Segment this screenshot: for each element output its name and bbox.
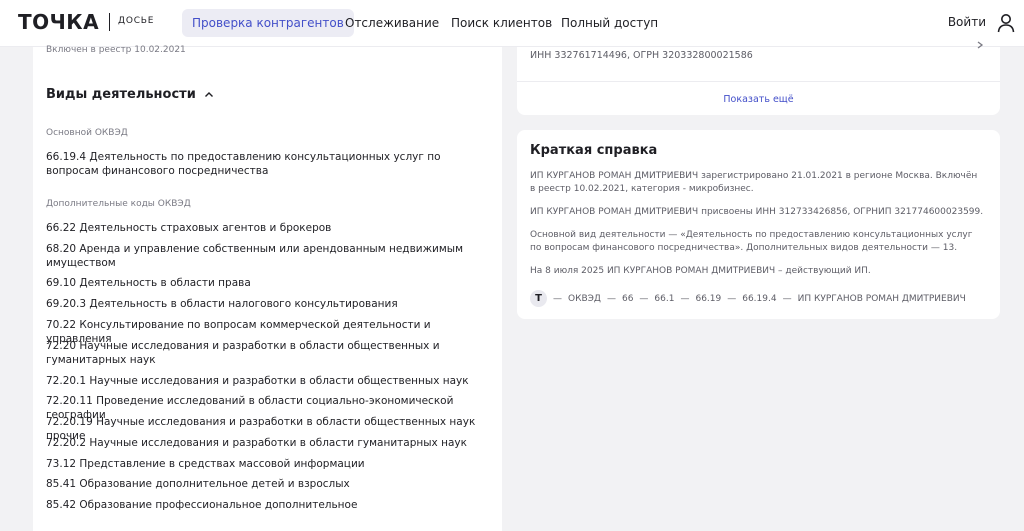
show-more-button[interactable]: Показать ещё [517,94,1000,105]
nav-tracking[interactable]: Отслеживание [335,9,449,37]
okved-list-item: 66.22 Деятельность страховых агентов и б… [46,222,332,234]
nav-client-search[interactable]: Поиск клиентов [441,9,562,37]
logo[interactable]: ТОЧКА [18,10,99,34]
divider [517,81,1000,82]
related-entity-inn[interactable]: ИНН 332761714496, ОГРН 320332800021586 [530,50,753,61]
okved-list-item: 72.20.2 Научные исследования и разработк… [46,437,467,449]
company-badge: Т [530,290,547,307]
breadcrumb-separator: — [606,293,616,304]
breadcrumb-separator: — [782,293,792,304]
okved-list-item: 68.20 Аренда и управление собственным ил… [46,243,463,269]
breadcrumb-separator: — [680,293,690,304]
login-link[interactable]: Войти [948,15,986,29]
breadcrumb-item[interactable]: ОКВЭД [568,294,601,304]
breadcrumb-item[interactable]: 66.19 [695,294,721,304]
brief-info-card: Краткая справка ИП КУРГАНОВ РОМАН ДМИТРИ… [517,130,1000,319]
breadcrumb-separator: — [553,293,562,304]
chevron-right-icon[interactable] [976,41,984,49]
activities-section-toggle[interactable]: Виды деятельности [46,87,214,102]
top-navigation-bar: ТОЧКА ДОСЬЕ Проверка контрагентов Отслеж… [0,0,1024,47]
okved-list-item: 85.41 Образование дополнительное детей и… [46,478,350,490]
related-entities-card: ИНН 332761714496, ОГРН 320332800021586 П… [517,41,1000,115]
brief-paragraph: ИП КУРГАНОВ РОМАН ДМИТРИЕВИЧ зарегистрир… [530,171,978,194]
user-icon[interactable] [997,13,1015,33]
breadcrumb-item[interactable]: 66 [622,294,633,304]
brief-paragraph: На 8 июля 2025 ИП КУРГАНОВ РОМАН ДМИТРИЕ… [530,266,871,276]
brief-paragraph: ИП КУРГАНОВ РОМАН ДМИТРИЕВИЧ присвоены И… [530,207,984,217]
breadcrumb-item[interactable]: 66.19.4 [742,294,776,304]
chevron-up-icon [204,91,213,97]
breadcrumb-separator: — [639,293,649,304]
okved-list-item: 69.10 Деятельность в области права [46,277,251,289]
okved-breadcrumb: Т — ОКВЭД — 66 — 66.1 — 66.19 — 66.19.4 … [530,290,966,307]
breadcrumb-separator: — [727,293,737,304]
registry-note: Включен в реестр 10.02.2021 [46,45,186,55]
logo-divider [109,13,110,31]
okved-list-item: 85.42 Образование профессиональное допол… [46,499,358,511]
brief-paragraph: Основной вид деятельности — «Деятельност… [530,230,973,253]
nav-full-access[interactable]: Полный доступ [551,9,668,37]
additional-okved-label: Дополнительные коды ОКВЭД [46,199,191,209]
activities-section-title: Виды деятельности [46,87,196,102]
okved-list-item: 72.20.1 Научные исследования и разработк… [46,375,469,387]
main-okved-item: 66.19.4 Деятельность по предоставлению к… [46,151,441,177]
main-okved-label: Основной ОКВЭД [46,128,128,138]
okved-list-item: 69.20.3 Деятельность в области налоговог… [46,298,398,310]
breadcrumb-item[interactable]: ИП КУРГАНОВ РОМАН ДМИТРИЕВИЧ [798,294,966,304]
breadcrumb-item[interactable]: 66.1 [654,294,674,304]
brief-info-title: Краткая справка [530,143,658,158]
nav-check-counterparties[interactable]: Проверка контрагентов [182,9,354,37]
okved-list-item: 72.20 Научные исследования и разработки … [46,340,440,366]
activities-card: Включен в реестр 10.02.2021 Виды деятель… [33,45,502,531]
logo-subtitle[interactable]: ДОСЬЕ [118,16,154,26]
okved-list-item: 73.12 Представление в средствах массовой… [46,458,365,470]
